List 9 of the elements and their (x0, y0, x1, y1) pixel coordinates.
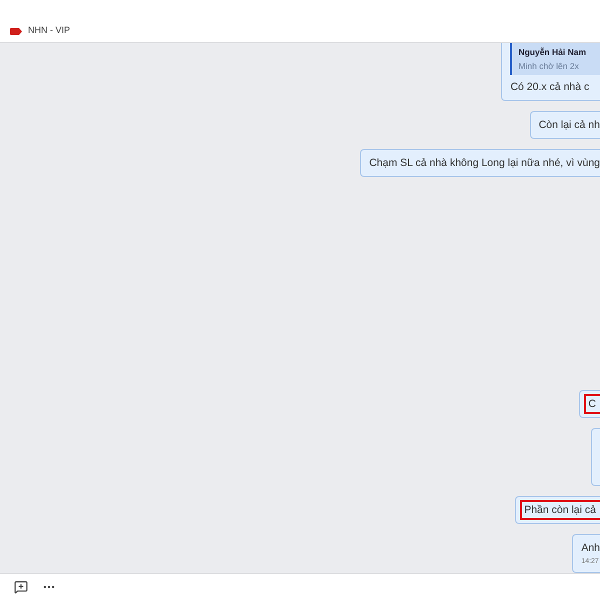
quote-text: Minh chờ lên 2x (518, 61, 580, 71)
message-text: Chạm SL cả nhà không Long lại nữa nhé, vì vùng (369, 157, 600, 169)
message-bubble (591, 428, 600, 486)
message-text: Anh (581, 542, 600, 554)
message-text: Có 20.x cả nhà c (510, 81, 590, 93)
message-text: Còn lại cả nh (538, 119, 600, 131)
quote-author: Nguyễn Hải Nam (518, 47, 586, 57)
tag-label: NHN - VIP (28, 25, 70, 35)
add-comment-icon[interactable] (14, 580, 28, 594)
